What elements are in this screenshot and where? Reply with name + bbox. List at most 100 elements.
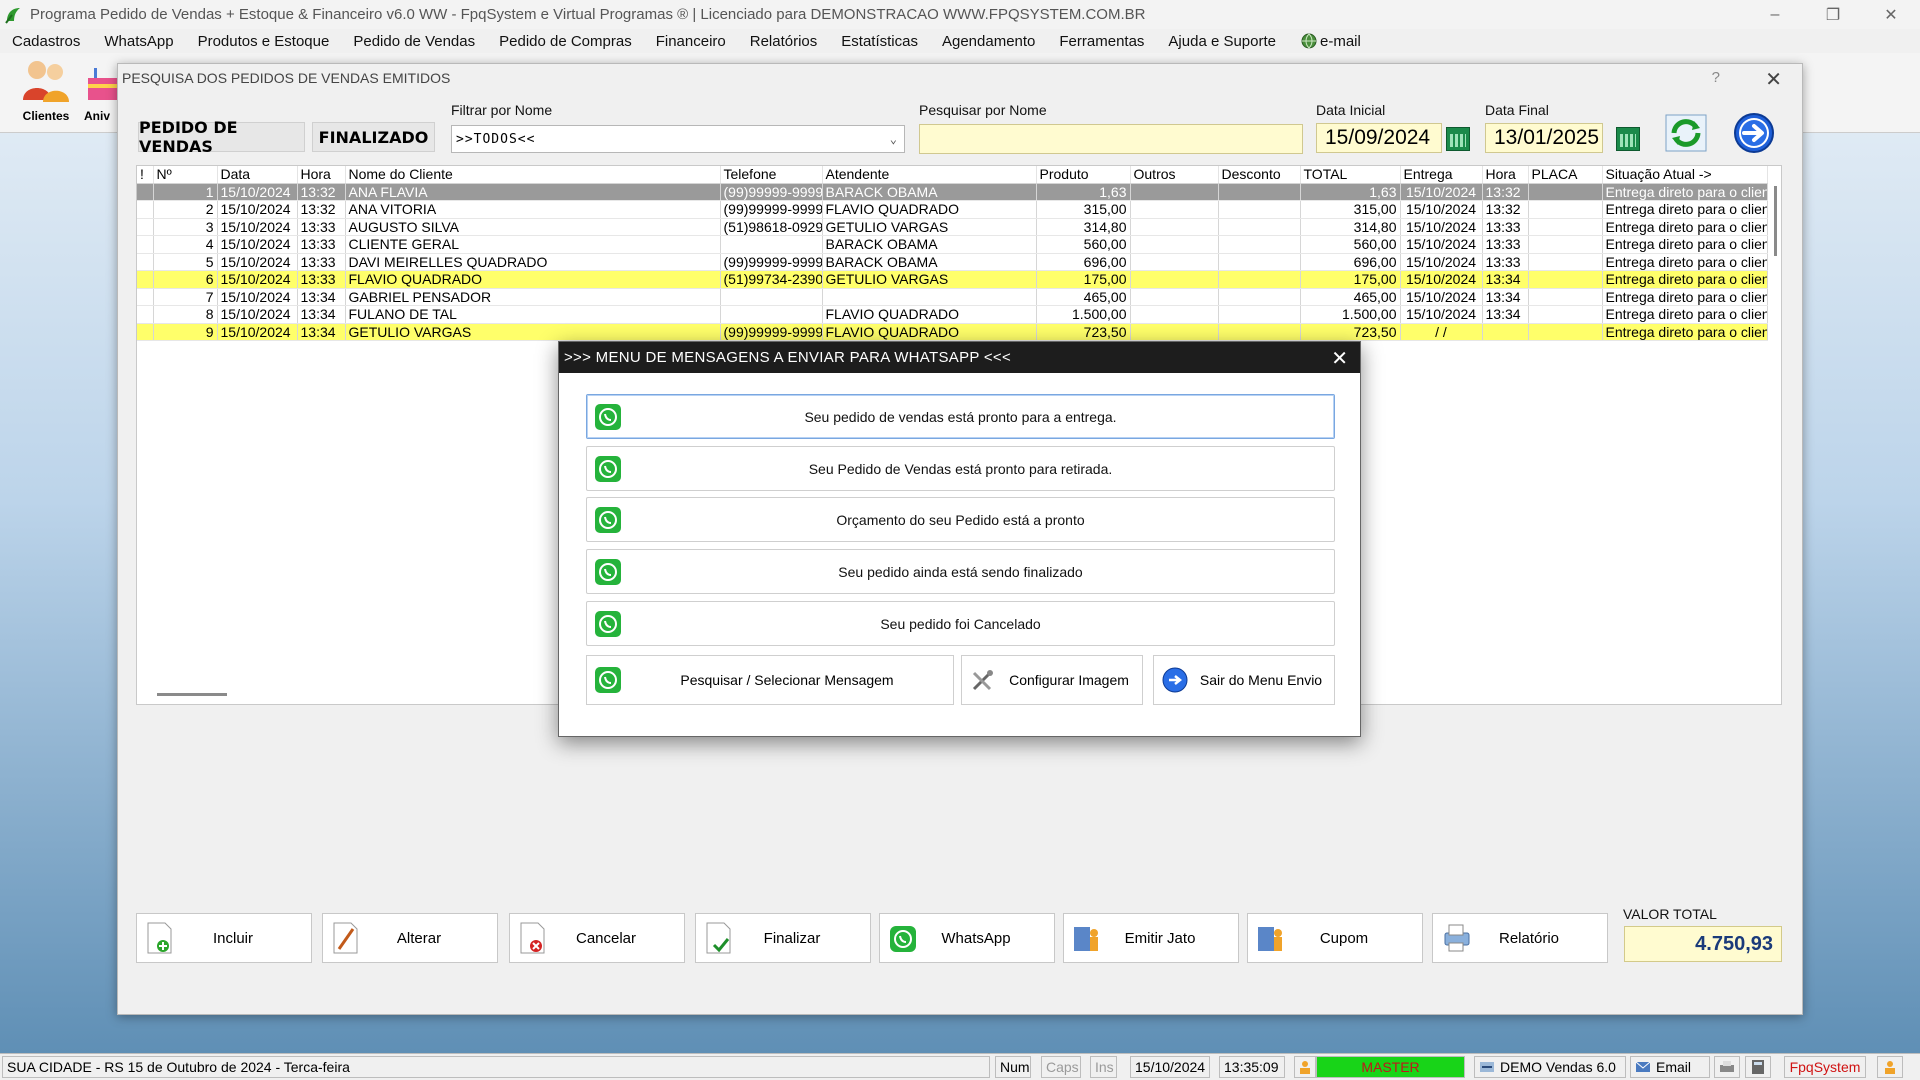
status-user2-button[interactable] xyxy=(1877,1056,1903,1078)
table-row[interactable]: 3 15/10/2024 13:33 AUGUSTO SILVA (51)98618-0… xyxy=(137,218,1768,236)
close-search-window-button[interactable]: ✕ xyxy=(1765,67,1782,92)
status-printer-button[interactable] xyxy=(1714,1056,1740,1078)
calendar-icon[interactable] xyxy=(1616,127,1640,151)
message-option-button[interactable]: Seu pedido de vendas está pronto para a … xyxy=(586,394,1335,439)
column-header[interactable]: Hora xyxy=(1482,166,1529,184)
relatorio-button[interactable]: Relatório xyxy=(1432,913,1608,963)
help-button[interactable]: ? xyxy=(1712,69,1720,86)
alterar-button[interactable]: Alterar xyxy=(322,913,498,963)
menu-agendamento[interactable]: Agendamento xyxy=(930,33,1047,50)
table-row[interactable]: 2 15/10/2024 13:32 ANA VITORIA (99)99999-999… xyxy=(137,200,1768,219)
cell-desconto xyxy=(1218,200,1301,219)
cell-hora2: 13:33 xyxy=(1482,235,1529,254)
menu-pedido-compras[interactable]: Pedido de Compras xyxy=(487,33,644,50)
menu-bar: Cadastros WhatsApp Produtos e Estoque Pe… xyxy=(0,29,1920,53)
cupom-button[interactable]: Cupom xyxy=(1247,913,1423,963)
table-row[interactable]: 8 15/10/2024 13:34 FULANO DE TAL FLAVIO QUAD… xyxy=(137,305,1768,324)
filter-by-name-select[interactable]: >>TODOS<< ⌄ xyxy=(451,125,905,153)
close-dialog-button[interactable]: ✕ xyxy=(1331,346,1348,371)
column-header[interactable]: Telefone xyxy=(720,166,823,184)
cell-n: 9 xyxy=(153,323,218,341)
cell-desconto xyxy=(1218,288,1301,306)
exit-send-menu-button[interactable]: Sair do Menu Envio xyxy=(1153,655,1335,705)
menu-whatsapp[interactable]: WhatsApp xyxy=(92,33,185,50)
toolbar-aniv-button[interactable]: Aniv xyxy=(84,56,118,123)
column-header[interactable]: TOTAL xyxy=(1300,166,1401,184)
column-header[interactable]: Data xyxy=(217,166,298,184)
emitir-jato-button[interactable]: Emitir Jato xyxy=(1063,913,1239,963)
cell-outros xyxy=(1130,270,1219,289)
status-email-label: Email xyxy=(1656,1059,1692,1075)
app-version-icon xyxy=(1480,1062,1494,1072)
table-row[interactable]: 5 15/10/2024 13:33 DAVI MEIRELLES QUADRADO(… xyxy=(137,253,1768,271)
tag-pedido-vendas[interactable]: PEDIDO DE VENDAS xyxy=(138,118,305,156)
column-header[interactable]: Hora xyxy=(297,166,346,184)
column-header[interactable]: Atendente xyxy=(822,166,1037,184)
end-date-field[interactable]: 13/01/2025 xyxy=(1485,123,1603,153)
menu-estatisticas[interactable]: Estatísticas xyxy=(829,33,930,50)
message-option-button[interactable]: Seu pedido ainda está sendo finalizado xyxy=(586,549,1335,594)
whatsapp-button[interactable]: WhatsApp xyxy=(879,913,1055,963)
message-option-button[interactable]: Seu pedido foi Cancelado xyxy=(586,601,1335,646)
finalizar-button[interactable]: Finalizar xyxy=(695,913,871,963)
configure-image-button[interactable]: Configurar Imagem xyxy=(961,655,1143,705)
message-option-button[interactable]: Seu Pedido de Vendas está pronto para re… xyxy=(586,446,1335,491)
table-row[interactable]: 7 15/10/2024 13:34 GABRIEL PENSADOR 465,00 46… xyxy=(137,288,1768,306)
cell-situacao: Entrega direto para o clien xyxy=(1602,235,1768,254)
column-header[interactable]: Nome do Cliente xyxy=(345,166,721,184)
menu-relatorios[interactable]: Relatórios xyxy=(738,33,830,50)
status-email-button[interactable]: Email xyxy=(1630,1056,1710,1078)
menu-financeiro[interactable]: Financeiro xyxy=(644,33,738,50)
cell-tel xyxy=(720,288,823,306)
menu-email[interactable]: e-mail xyxy=(1288,32,1373,50)
title-bar: Programa Pedido de Vendas + Estoque & Fi… xyxy=(0,0,1920,29)
cancelar-button[interactable]: Cancelar xyxy=(509,913,685,963)
cell-desconto xyxy=(1218,235,1301,254)
start-date-field[interactable]: 15/09/2024 xyxy=(1316,123,1442,153)
tag-finalizado[interactable]: FINALIZADO xyxy=(312,122,435,152)
column-header[interactable]: Nº xyxy=(153,166,218,184)
message-option-label: Seu pedido de vendas está pronto para a … xyxy=(804,408,1117,425)
column-header[interactable]: PLACA xyxy=(1528,166,1603,184)
status-calculator-button[interactable] xyxy=(1745,1056,1771,1078)
table-row[interactable]: 6 15/10/2024 13:33 FLAVIO QUADRADO (51)99734… xyxy=(137,270,1768,289)
message-option-button[interactable]: Orçamento do seu Pedido está a pronto xyxy=(586,497,1335,542)
table-row[interactable]: 9 15/10/2024 13:34 GETULIO VARGAS (99)99999-… xyxy=(137,323,1768,341)
status-city-date: SUA CIDADE - RS 15 de Outubro de 2024 - … xyxy=(2,1056,990,1078)
minimize-button[interactable]: – xyxy=(1746,0,1804,29)
table-row[interactable]: 1 15/10/2024 13:32 ANA FLAVIA (99)99999-9999… xyxy=(137,183,1768,201)
user-icon-cell xyxy=(1294,1056,1316,1078)
horizontal-scrollbar[interactable] xyxy=(157,693,227,696)
column-header[interactable]: Entrega xyxy=(1400,166,1483,184)
cell-hora: 13:32 xyxy=(297,183,346,201)
cell-entrega: 15/10/2024 xyxy=(1400,270,1483,289)
menu-cadastros[interactable]: Cadastros xyxy=(0,33,92,50)
column-header[interactable]: Outros xyxy=(1130,166,1219,184)
maximize-button[interactable]: ❐ xyxy=(1804,0,1862,29)
incluir-button[interactable]: Incluir xyxy=(136,913,312,963)
arrow-right-icon[interactable] xyxy=(1732,111,1776,155)
menu-produtos-estoque[interactable]: Produtos e Estoque xyxy=(186,33,342,50)
calendar-icon[interactable] xyxy=(1446,127,1470,151)
close-window-button[interactable]: ✕ xyxy=(1862,0,1920,29)
cell-hora: 13:33 xyxy=(297,270,346,289)
cell-hora2: 13:34 xyxy=(1482,305,1529,324)
menu-ajuda-suporte[interactable]: Ajuda e Suporte xyxy=(1156,33,1288,50)
column-header[interactable]: Desconto xyxy=(1218,166,1301,184)
whatsapp-icon xyxy=(595,610,621,637)
printer-icon xyxy=(1444,924,1470,952)
search-by-name-input[interactable] xyxy=(919,124,1303,154)
table-row[interactable]: 4 15/10/2024 13:33 CLIENTE GERAL BARACK OBAM… xyxy=(137,235,1768,254)
column-header[interactable]: Situação Atual -> xyxy=(1602,166,1768,184)
vertical-scrollbar[interactable] xyxy=(1774,186,1777,256)
column-header[interactable]: Produto xyxy=(1036,166,1131,184)
refresh-icon[interactable] xyxy=(1664,111,1708,155)
search-select-message-button[interactable]: Pesquisar / Selecionar Mensagem xyxy=(586,655,954,705)
column-header[interactable]: ! xyxy=(137,166,154,184)
cell-n: 3 xyxy=(153,218,218,236)
cell-outros xyxy=(1130,183,1219,201)
menu-pedido-vendas[interactable]: Pedido de Vendas xyxy=(341,33,487,50)
toolbar-clientes-button[interactable]: Clientes xyxy=(10,56,82,123)
menu-ferramentas[interactable]: Ferramentas xyxy=(1047,33,1156,50)
cell-data: 15/10/2024 xyxy=(217,183,298,201)
